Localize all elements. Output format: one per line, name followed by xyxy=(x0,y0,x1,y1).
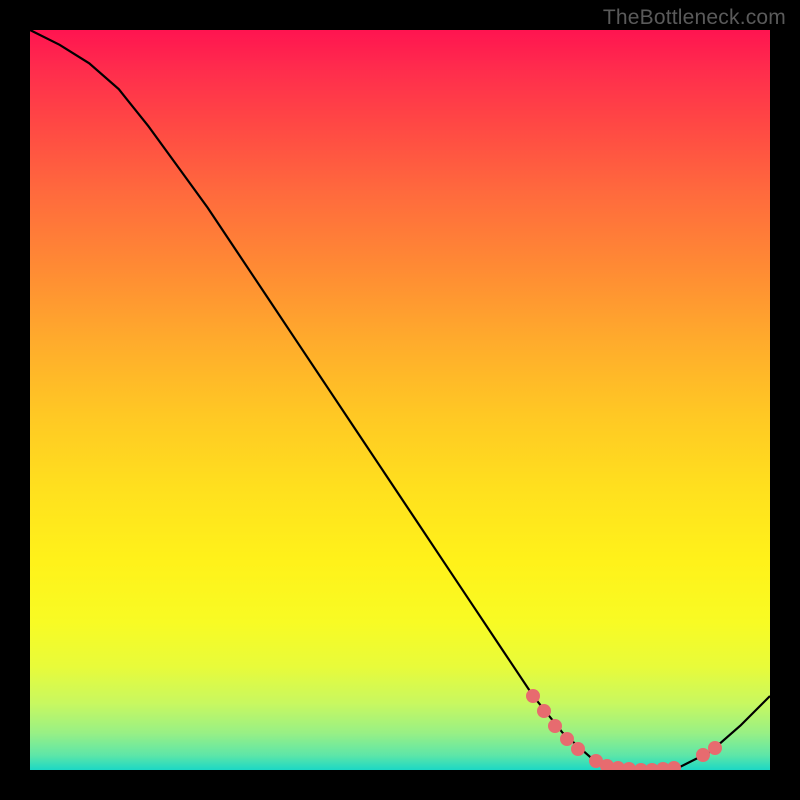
chart-data-point xyxy=(667,761,681,770)
watermark-text: TheBottleneck.com xyxy=(603,6,786,30)
chart-points-layer xyxy=(30,30,770,770)
chart-data-point xyxy=(526,689,540,703)
chart-data-point xyxy=(537,704,551,718)
chart-plot-area xyxy=(30,30,770,770)
chart-data-point xyxy=(571,742,585,756)
chart-data-point xyxy=(708,741,722,755)
chart-data-point xyxy=(548,719,562,733)
